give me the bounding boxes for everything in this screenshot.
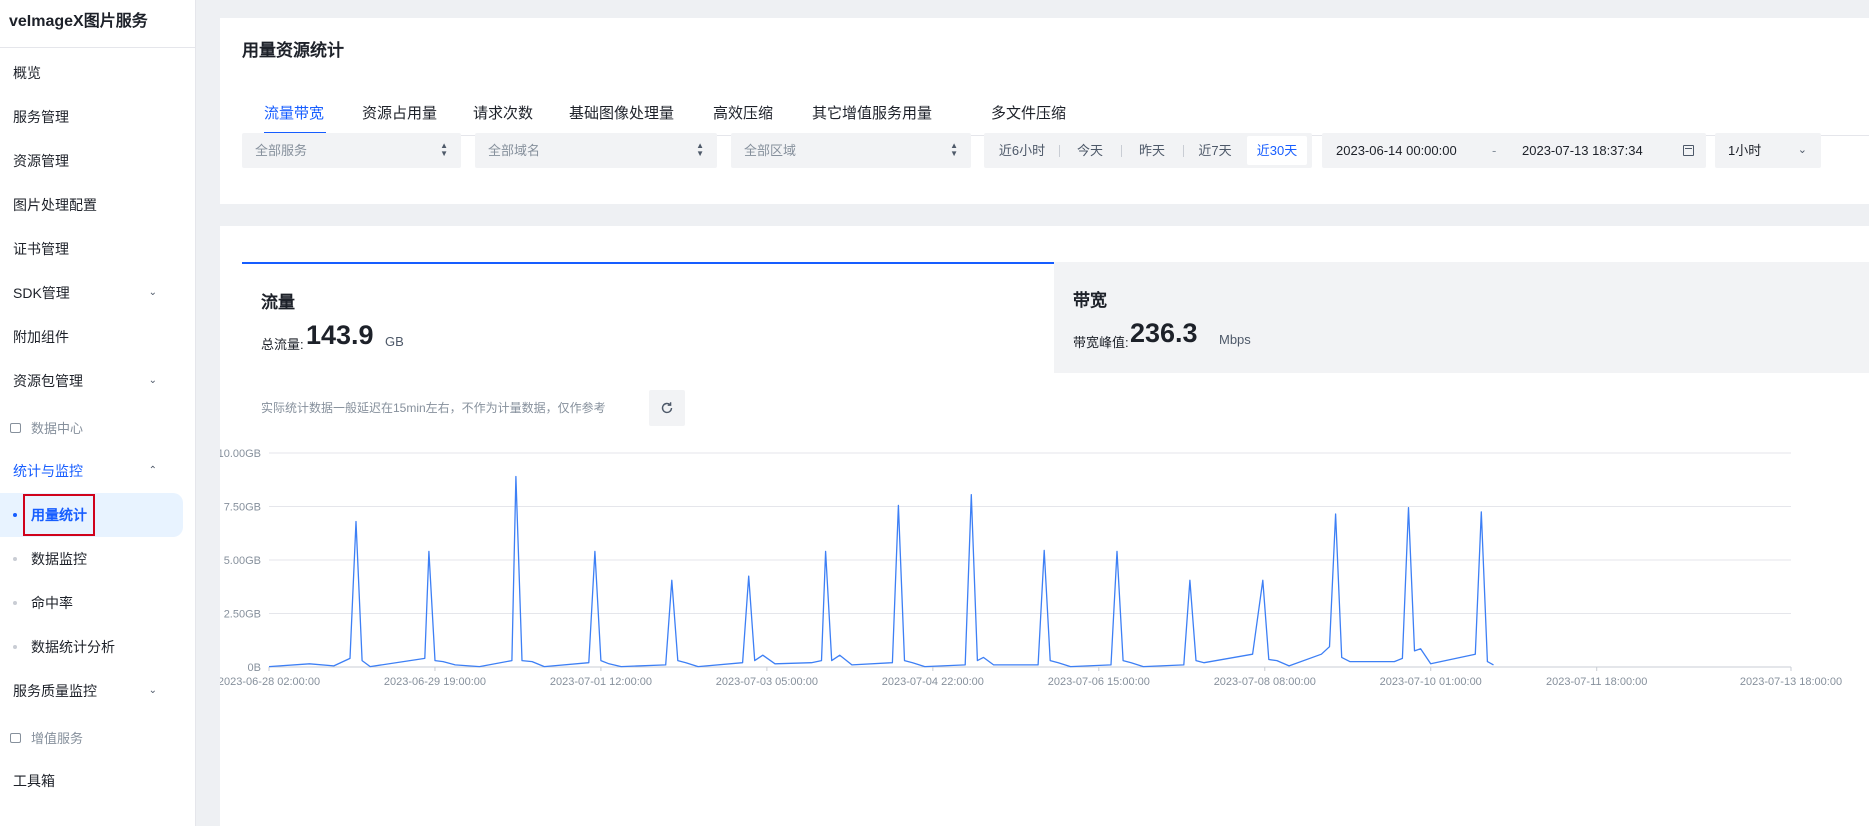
- tab-other-value-added[interactable]: 其它增值服务用量: [812, 102, 932, 123]
- granularity-select[interactable]: 1小时 ⌄: [1715, 133, 1821, 168]
- sidebar-group-data-center: 数据中心: [0, 409, 195, 449]
- sidebar-nav: 概览 服务管理 资源管理 图片处理配置 证书管理 SDK管理 ⌄ 附加组件 资源…: [0, 48, 195, 803]
- monitor-icon: [10, 423, 21, 433]
- usage-tabs: 流量带宽 资源占用量 请求次数 基础图像处理量 高效压缩 其它增值服务用量 多文…: [242, 84, 1869, 136]
- sidebar-item-stats-monitoring[interactable]: 统计与监控 ⌃: [0, 449, 195, 493]
- region-select-value: 全部区域: [744, 143, 797, 158]
- sidebar: veImageX图片服务 概览 服务管理 资源管理 图片处理配置 证书管理 SD…: [0, 0, 196, 826]
- sidebar-item-label: 资源包管理: [13, 373, 83, 389]
- brand-title: veImageX图片服务: [0, 0, 195, 48]
- calendar-icon[interactable]: [1683, 145, 1694, 156]
- sidebar-group-label: 增值服务: [31, 731, 84, 746]
- chevron-down-icon: ⌄: [148, 375, 157, 386]
- traffic-chart-card: 流量 总流量: 143.9 GB 带宽 带宽峰值: 236.3 Mbps 实际统…: [220, 226, 1869, 826]
- sidebar-item-sdk-management[interactable]: SDK管理 ⌄: [0, 271, 195, 315]
- sidebar-item-add-ons[interactable]: 附加组件: [0, 315, 195, 359]
- x-tick-label: 2023-07-13 18:00:00: [1740, 676, 1842, 688]
- chevron-down-icon: ⌄: [1797, 144, 1807, 156]
- chevron-down-icon: ⌄: [148, 685, 157, 696]
- chevron-down-icon: ⌄: [148, 287, 157, 298]
- x-tick-label: 2023-07-11 18:00:00: [1546, 676, 1647, 688]
- divider: [1183, 145, 1184, 157]
- tab-request-count[interactable]: 请求次数: [473, 102, 533, 123]
- divider: [1121, 145, 1122, 157]
- tab-multi-file-compression[interactable]: 多文件压缩: [991, 102, 1066, 123]
- service-select-value: 全部服务: [255, 143, 308, 158]
- range-today-button[interactable]: 今天: [1063, 136, 1117, 165]
- domain-select[interactable]: 全部域名 ▲ ▼: [475, 133, 717, 168]
- bullet-dot: [13, 557, 17, 561]
- x-tick-label: 2023-07-01 12:00:00: [550, 676, 652, 688]
- range-separator: -: [1492, 143, 1497, 158]
- sidebar-item-hit-rate[interactable]: 命中率: [0, 581, 183, 625]
- sidebar-item-resource-packages[interactable]: 资源包管理 ⌄: [0, 359, 195, 403]
- sidebar-item-usage-stats[interactable]: 用量统计: [0, 493, 183, 537]
- y-tick-label: 7.50GB: [224, 502, 261, 514]
- sidebar-item-quality-monitoring[interactable]: 服务质量监控 ⌄: [0, 669, 195, 713]
- usage-header-card: 用量资源统计 流量带宽 资源占用量 请求次数 基础图像处理量 高效压缩 其它增值…: [220, 18, 1869, 204]
- sort-arrows-icon: ▲ ▼: [440, 141, 448, 158]
- y-tick-label: 2.50GB: [224, 609, 261, 621]
- range-30d-button[interactable]: 近30天: [1247, 136, 1307, 165]
- sidebar-item-label: SDK管理: [13, 285, 70, 301]
- sidebar-item-label: 数据监控: [31, 551, 87, 567]
- sort-arrows-icon: ▲ ▼: [696, 141, 704, 158]
- sidebar-item-data-analysis[interactable]: 数据统计分析: [0, 625, 183, 669]
- x-tick-label: 2023-07-03 05:00:00: [716, 676, 818, 688]
- sidebar-group-value-added: 增值服务: [0, 719, 195, 759]
- briefcase-icon: [10, 733, 21, 743]
- divider: [1059, 145, 1060, 157]
- region-select[interactable]: 全部区域 ▲ ▼: [731, 133, 971, 168]
- sidebar-item-label: 统计与监控: [13, 463, 83, 479]
- sidebar-group-label: 数据中心: [31, 421, 84, 436]
- sidebar-item-label: 命中率: [31, 595, 73, 611]
- granularity-value: 1小时: [1728, 143, 1762, 158]
- range-start[interactable]: 2023-06-14 00:00:00: [1336, 133, 1457, 168]
- x-tick-label: 2023-07-04 22:00:00: [882, 676, 984, 688]
- range-7d-button[interactable]: 近7天: [1187, 136, 1243, 165]
- domain-select-value: 全部域名: [488, 143, 541, 158]
- x-tick-label: 2023-07-06 15:00:00: [1048, 676, 1150, 688]
- date-range-picker[interactable]: 2023-06-14 00:00:00 - 2023-07-13 18:37:3…: [1322, 133, 1706, 168]
- bullet-dot: [13, 645, 17, 649]
- x-tick-label: 2023-06-29 19:00:00: [384, 676, 486, 688]
- y-tick-label: 0B: [248, 662, 261, 674]
- tab-resource-usage[interactable]: 资源占用量: [362, 102, 437, 123]
- sidebar-item-service-management[interactable]: 服务管理: [0, 95, 195, 139]
- x-tick-label: 2023-07-10 01:00:00: [1380, 676, 1482, 688]
- bullet-dot: [13, 601, 17, 605]
- page-title: 用量资源统计: [242, 41, 344, 60]
- bullet-dot: [13, 513, 17, 517]
- filter-bar: 全部服务 ▲ ▼ 全部域名 ▲ ▼ 全部区域 ▲ ▼ 近6小时 今天 昨天 近7天 近…: [242, 133, 1842, 168]
- sidebar-item-overview[interactable]: 概览: [0, 51, 195, 95]
- y-tick-label: 10.00GB: [220, 448, 261, 460]
- x-tick-label: 2023-06-28 02:00:00: [220, 676, 320, 688]
- sidebar-item-toolbox[interactable]: 工具箱: [0, 759, 195, 803]
- tab-traffic-bandwidth[interactable]: 流量带宽: [264, 102, 324, 123]
- sidebar-item-label: 服务质量监控: [13, 683, 97, 699]
- chevron-up-icon: ⌃: [148, 465, 157, 476]
- sidebar-item-data-monitoring[interactable]: 数据监控: [0, 537, 183, 581]
- range-yesterday-button[interactable]: 昨天: [1125, 136, 1179, 165]
- tab-basic-image-processing[interactable]: 基础图像处理量: [569, 102, 674, 123]
- range-6h-button[interactable]: 近6小时: [989, 136, 1055, 165]
- sidebar-item-label: 数据统计分析: [31, 639, 115, 655]
- range-end[interactable]: 2023-07-13 18:37:34: [1522, 133, 1643, 168]
- x-tick-label: 2023-07-08 08:00:00: [1214, 676, 1316, 688]
- sidebar-item-certificate-management[interactable]: 证书管理: [0, 227, 195, 271]
- traffic-line-chart: 0B 2.50GB 5.00GB 7.50GB 10.00GB 2023-06-28 02…: [220, 448, 1842, 688]
- quick-range-segmented: 近6小时 今天 昨天 近7天 近30天: [984, 133, 1312, 168]
- series-line: [268, 475, 1494, 668]
- sort-arrows-icon: ▲ ▼: [950, 141, 958, 158]
- service-select[interactable]: 全部服务 ▲ ▼: [242, 133, 461, 168]
- sidebar-item-resource-management[interactable]: 资源管理: [0, 139, 195, 183]
- tab-efficient-compression[interactable]: 高效压缩: [713, 102, 773, 123]
- y-tick-label: 5.00GB: [224, 555, 261, 567]
- sidebar-item-image-processing-config[interactable]: 图片处理配置: [0, 183, 195, 227]
- highlight-box: [23, 494, 95, 536]
